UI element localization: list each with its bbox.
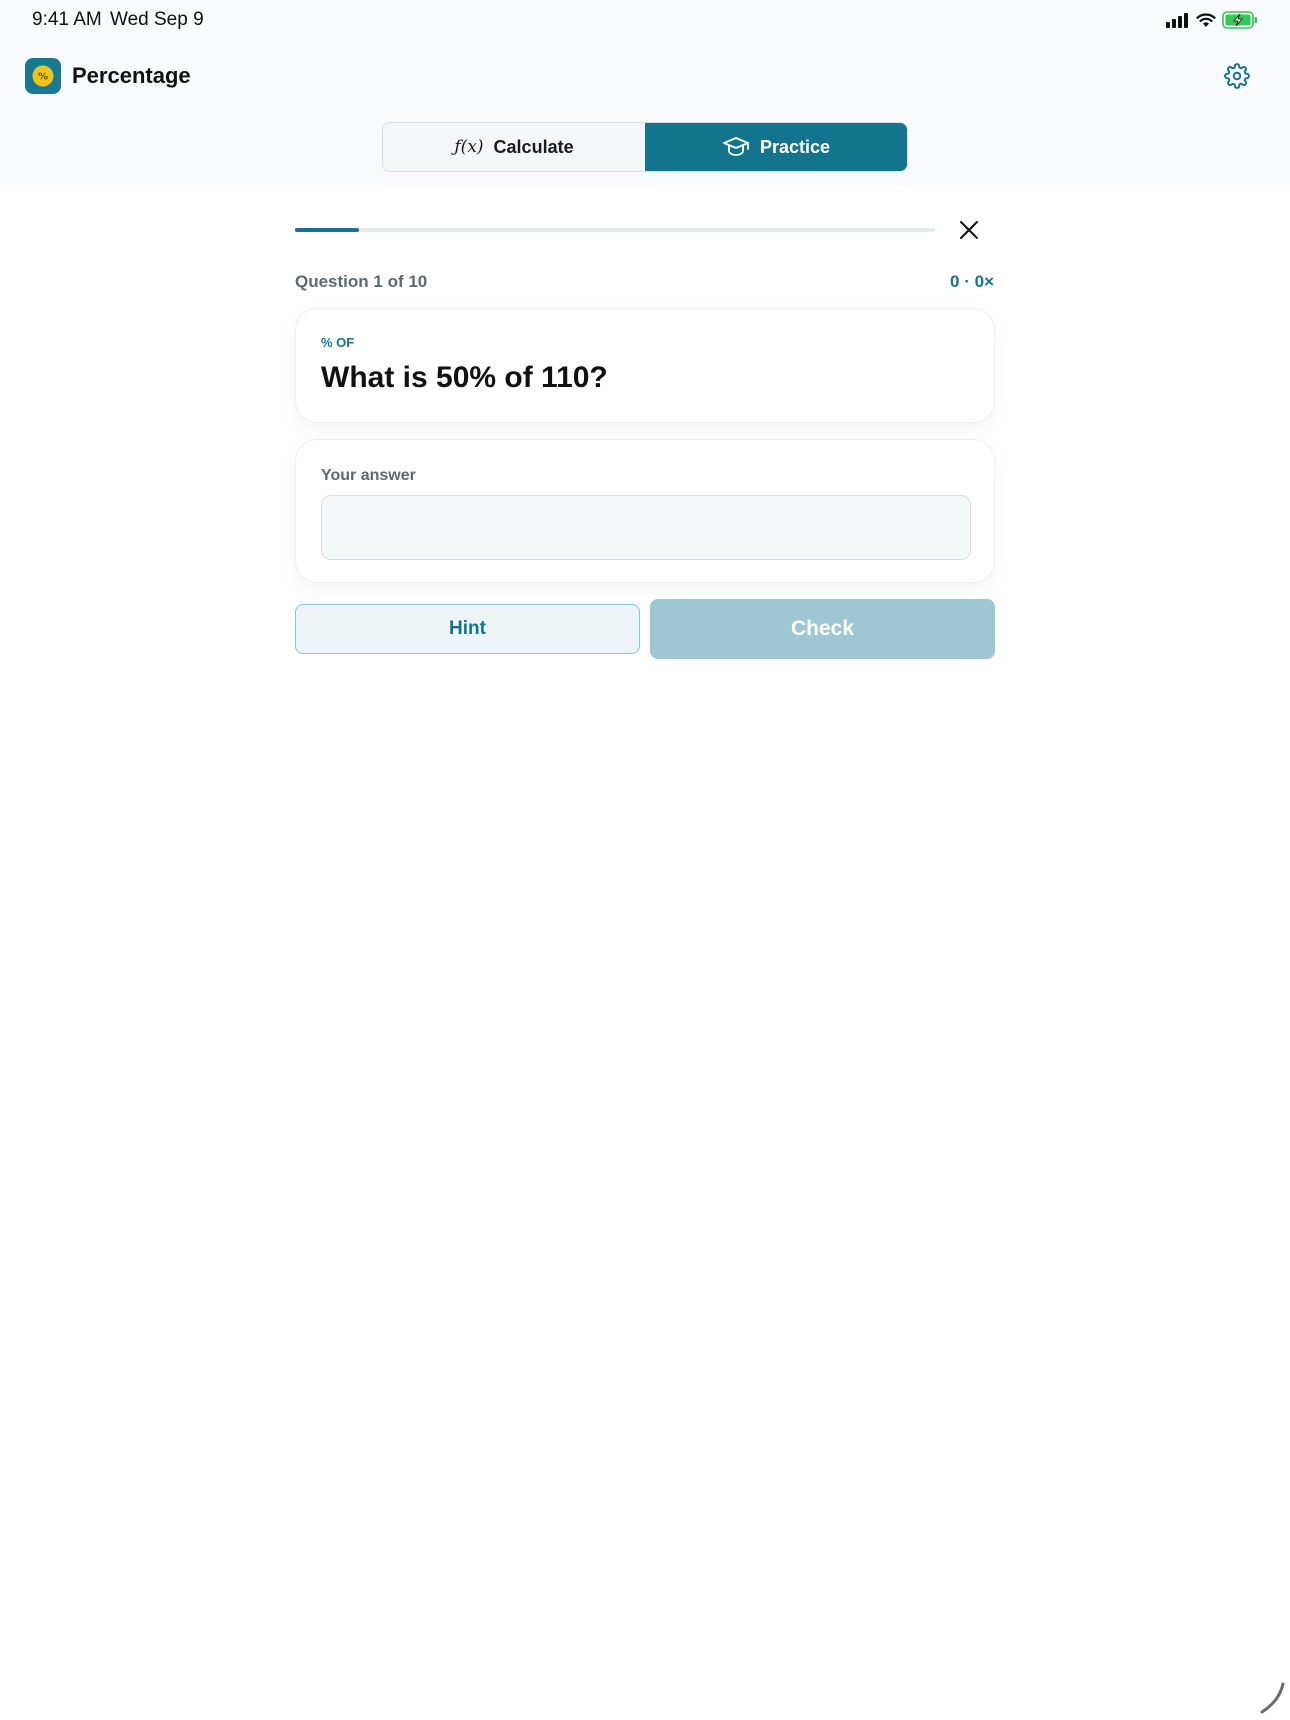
- score-streak: 0 · 0×: [950, 272, 994, 291]
- check-button[interactable]: Check: [650, 599, 995, 659]
- tab-calculate[interactable]: ƒ(x) Calculate: [383, 123, 645, 171]
- close-quiz-button[interactable]: [955, 216, 983, 244]
- quiz-progress-bar: [295, 228, 935, 232]
- settings-button[interactable]: [1223, 62, 1251, 90]
- app-logo-icon: %: [25, 58, 61, 94]
- tab-practice[interactable]: Practice: [645, 123, 907, 171]
- cellular-signal-icon: [1166, 13, 1188, 28]
- question-category: % OF: [321, 335, 355, 350]
- quiz-progress-fill: [295, 228, 359, 232]
- app-title: Percentage: [72, 63, 191, 88]
- answer-input[interactable]: [321, 495, 971, 560]
- status-time: 9:41 AM: [32, 9, 102, 30]
- question-counter: Question 1 of 10: [295, 272, 428, 291]
- tab-practice-label: Practice: [759, 136, 831, 157]
- close-icon: [960, 221, 978, 239]
- answer-card: Your answer: [295, 439, 995, 583]
- percent-badge-icon: %: [32, 65, 54, 87]
- answer-label: Your answer: [321, 467, 416, 484]
- question-text: What is 50% of 110?: [321, 361, 608, 394]
- gear-icon: [1224, 63, 1250, 89]
- graduation-cap-icon: [723, 137, 749, 156]
- status-bar: 9:41 AM Wed Sep 9: [0, 0, 1290, 42]
- status-icons: [1166, 10, 1258, 30]
- battery-charging-icon: [1222, 11, 1257, 29]
- wifi-icon: [1196, 13, 1216, 27]
- fx-icon: ƒ(x): [454, 137, 484, 157]
- svg-text:%: %: [38, 72, 48, 83]
- scroll-corner-indicator: [1260, 1682, 1285, 1714]
- mode-tabs: ƒ(x) Calculate Practice: [382, 122, 908, 172]
- hint-button[interactable]: Hint: [295, 604, 640, 654]
- tab-calculate-label: Calculate: [493, 136, 574, 157]
- question-card: % OF What is 50% of 110?: [295, 308, 995, 423]
- status-date: Wed Sep 9: [110, 9, 204, 30]
